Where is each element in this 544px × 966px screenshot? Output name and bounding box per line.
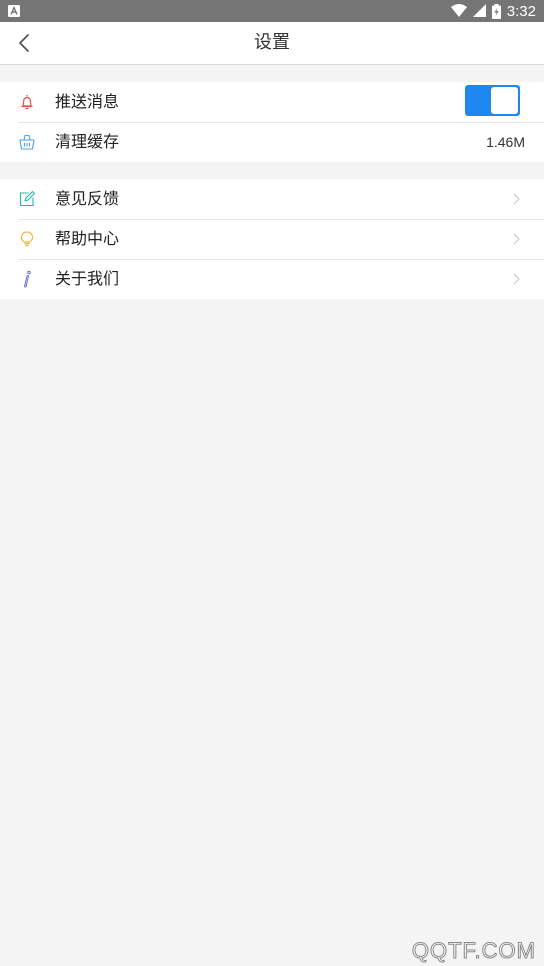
- basket-icon: [19, 134, 35, 150]
- chevron-right-icon: [513, 233, 520, 245]
- cache-size-value: 1.46M: [486, 134, 525, 150]
- status-bar: 3:32: [0, 0, 544, 22]
- help-center-label: 帮助中心: [55, 229, 120, 248]
- about-us-label: 关于我们: [55, 269, 120, 288]
- info-icon: [24, 270, 31, 288]
- feedback-row[interactable]: 意见反馈: [0, 179, 544, 219]
- push-notification-label: 推送消息: [55, 92, 120, 111]
- settings-group-support: 意见反馈 帮助中心 关于我们: [0, 179, 544, 299]
- chevron-right-icon: [513, 273, 520, 285]
- clear-cache-row[interactable]: 清理缓存 1.46M: [0, 122, 544, 162]
- about-us-row[interactable]: 关于我们: [0, 259, 544, 299]
- toggle-knob: [491, 87, 518, 114]
- edit-icon: [19, 190, 36, 207]
- signal-icon: [472, 4, 486, 17]
- status-time: 3:32: [506, 2, 536, 20]
- lightbulb-icon: [20, 231, 34, 247]
- wifi-icon: [450, 4, 467, 17]
- title-bar: 设置: [0, 22, 544, 65]
- push-notification-toggle[interactable]: [465, 85, 520, 116]
- chevron-right-icon: [513, 193, 520, 205]
- battery-icon: [491, 3, 501, 19]
- bell-icon: [21, 95, 33, 110]
- watermark: QQTF.COM: [411, 938, 536, 964]
- notification-icon: [8, 5, 20, 17]
- settings-group-general: 推送消息 清理缓存 1.46M: [0, 82, 544, 162]
- push-notification-row: 推送消息: [0, 82, 544, 122]
- feedback-label: 意见反馈: [55, 189, 120, 208]
- clear-cache-label: 清理缓存: [55, 132, 120, 151]
- help-center-row[interactable]: 帮助中心: [0, 219, 544, 259]
- page-title: 设置: [254, 32, 290, 53]
